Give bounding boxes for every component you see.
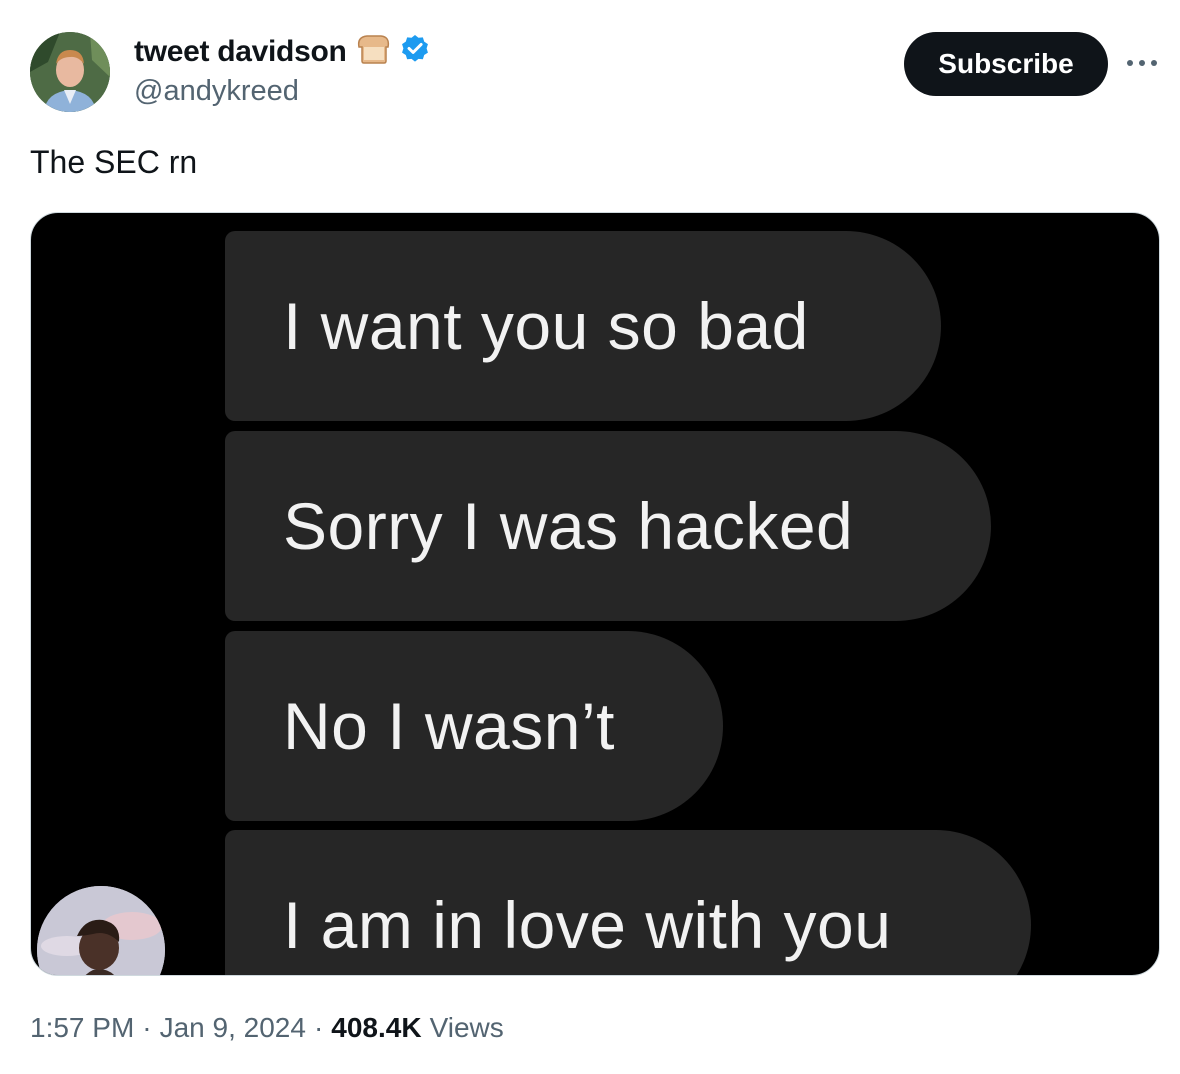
tweet-date[interactable]: Jan 9, 2024 [160, 1012, 306, 1044]
tweet-text: The SEC rn [30, 144, 198, 180]
message-text: No I wasn’t [283, 689, 615, 763]
message-text: I want you so bad [283, 289, 809, 363]
sender-avatar [37, 886, 165, 975]
views-label: Views [429, 1012, 504, 1043]
verified-badge-icon[interactable] [399, 33, 431, 70]
author-name-row: tweet davidson [134, 33, 431, 70]
more-options-icon[interactable] [1124, 48, 1160, 78]
author-avatar[interactable] [30, 32, 110, 112]
message-text: Sorry I was hacked [283, 489, 854, 563]
message-bubble-1: I want you so bad [225, 231, 941, 421]
separator-dot: · [313, 1012, 324, 1043]
avatar-photo [30, 32, 110, 112]
message-bubble-2: Sorry I was hacked [225, 431, 991, 621]
author-handle[interactable]: @andykreed [134, 75, 299, 108]
tweet-time[interactable]: 1:57 PM [30, 1012, 134, 1044]
separator-dot: · [142, 1012, 152, 1043]
author-display-name[interactable]: tweet davidson [134, 35, 347, 69]
tweet-media-image[interactable]: I want you so bad Sorry I was hacked No … [30, 212, 1160, 976]
views-count: 408.4K [331, 1012, 422, 1043]
bread-icon [355, 33, 391, 70]
message-bubble-4: I am in love with you [225, 830, 1031, 975]
subscribe-button[interactable]: Subscribe [904, 32, 1108, 96]
tweet-meta: 1:57 PM · Jan 9, 2024 · 408.4K Views [30, 1012, 504, 1044]
message-bubble-3: No I wasn’t [225, 631, 723, 821]
message-text: I am in love with you [283, 888, 892, 962]
